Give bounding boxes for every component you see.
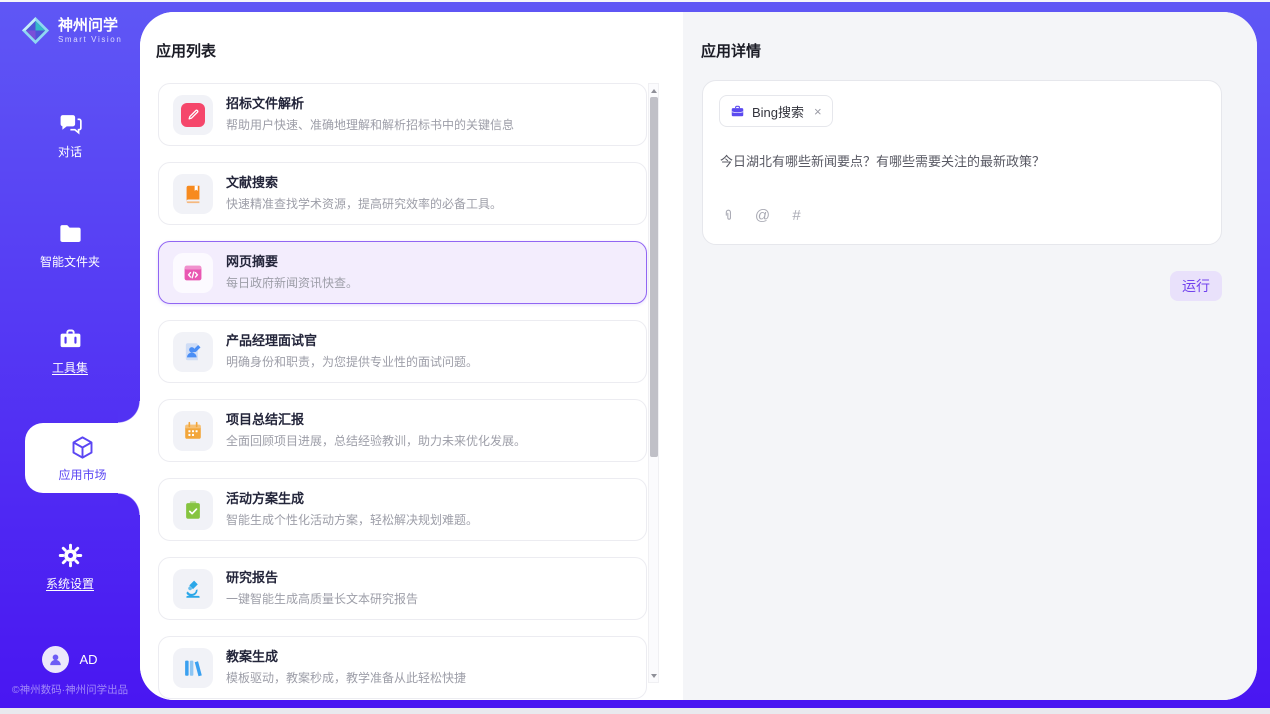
app-card[interactable]: 教案生成 模板驱动，教案秒成，教学准备从此轻松快捷	[158, 636, 647, 699]
brand-name: 神州问学	[58, 17, 122, 34]
clipboard-check-icon	[182, 499, 204, 521]
sidebar-item-smart-folder[interactable]: 智能文件夹	[0, 220, 140, 270]
brand-logo-icon	[20, 15, 51, 46]
app-card[interactable]: 研究报告 一键智能生成高质量长文本研究报告	[158, 557, 647, 620]
close-icon[interactable]: ×	[814, 104, 822, 119]
hash-icon[interactable]: #	[788, 207, 805, 224]
chat-icon	[57, 110, 84, 137]
calendar-icon	[182, 420, 204, 442]
brand-subtitle: Smart Vision	[58, 35, 122, 44]
user-icon	[47, 651, 64, 668]
tool-chip-label: Bing搜索	[752, 102, 804, 121]
sidebar-item-toolkit[interactable]: 工具集	[0, 326, 140, 376]
top-strip	[0, 0, 1270, 2]
tool-chip-bing-search[interactable]: Bing搜索 ×	[719, 95, 833, 127]
app-list: 招标文件解析 帮助用户快速、准确地理解和解析招标书中的关键信息 文献搜索 快速精…	[158, 83, 647, 700]
run-button[interactable]: 运行	[1170, 271, 1222, 301]
sidebar-footer: ©神州数码·神州问学出品	[0, 682, 140, 697]
sidebar-item-settings[interactable]: 系统设置	[0, 542, 140, 592]
prompt-card[interactable]: Bing搜索 × 今日湖北有哪些新闻要点？有哪些需要关注的最新政策？ @ #	[702, 80, 1222, 245]
app-detail-title: 应用详情	[701, 40, 761, 61]
books-icon	[182, 657, 204, 679]
folder-icon	[57, 220, 84, 247]
app-list-panel: 应用列表 招标文件解析 帮助用户快速、准确地理解和解析招标书中的关键信息 文献搜…	[140, 12, 683, 700]
app-screen: 神州问学 Smart Vision 对话 智能文件夹 工具集 应用市场 系统设置…	[0, 0, 1270, 714]
person-interview-icon	[182, 341, 204, 363]
edit-doc-icon	[181, 103, 205, 127]
cube-icon	[69, 434, 96, 461]
paperclip-icon[interactable]	[720, 207, 737, 224]
browser-code-icon	[182, 262, 204, 284]
app-card[interactable]: 招标文件解析 帮助用户快速、准确地理解和解析招标书中的关键信息	[158, 83, 647, 146]
attachment-toolbar: @ #	[720, 207, 805, 224]
scrollbar-thumb[interactable]	[650, 97, 658, 457]
sidebar-item-app-market[interactable]: 应用市场	[25, 423, 140, 493]
app-card[interactable]: 项目总结汇报 全面回顾项目进展，总结经验教训，助力未来优化发展。	[158, 399, 647, 462]
bottom-strip	[0, 708, 1270, 714]
scrollbar-down-icon[interactable]	[649, 670, 658, 681]
sidebar-item-chat[interactable]: 对话	[0, 110, 140, 160]
at-icon[interactable]: @	[754, 207, 771, 224]
avatar[interactable]	[42, 646, 69, 673]
briefcase-icon	[730, 104, 745, 119]
prompt-input[interactable]: 今日湖北有哪些新闻要点？有哪些需要关注的最新政策？	[720, 152, 1205, 172]
app-detail-panel: 应用详情 Bing搜索 × 今日湖北有哪些新闻要点？有哪些需要关注的最新政策？	[683, 12, 1257, 700]
app-card[interactable]: 网页摘要 每日政府新闻资讯快查。	[158, 241, 647, 304]
app-card[interactable]: 活动方案生成 智能生成个性化活动方案，轻松解决规划难题。	[158, 478, 647, 541]
app-card[interactable]: 文献搜索 快速精准查找学术资源，提高研究效率的必备工具。	[158, 162, 647, 225]
book-icon	[182, 183, 204, 205]
brand: 神州问学 Smart Vision	[0, 15, 140, 46]
scrollbar[interactable]	[648, 83, 659, 683]
app-list-title: 应用列表	[156, 40, 216, 61]
gear-icon	[57, 542, 84, 569]
user-initials: AD	[79, 652, 97, 667]
scrollbar-up-icon[interactable]	[649, 85, 658, 96]
sidebar: 神州问学 Smart Vision 对话 智能文件夹 工具集 应用市场 系统设置…	[0, 2, 140, 708]
microscope-icon	[182, 578, 204, 600]
app-card[interactable]: 产品经理面试官 明确身份和职责，为您提供专业性的面试问题。	[158, 320, 647, 383]
toolbox-icon	[57, 326, 84, 353]
content-area: 应用列表 招标文件解析 帮助用户快速、准确地理解和解析招标书中的关键信息 文献搜…	[140, 12, 1257, 700]
user-row[interactable]: AD	[0, 646, 140, 673]
